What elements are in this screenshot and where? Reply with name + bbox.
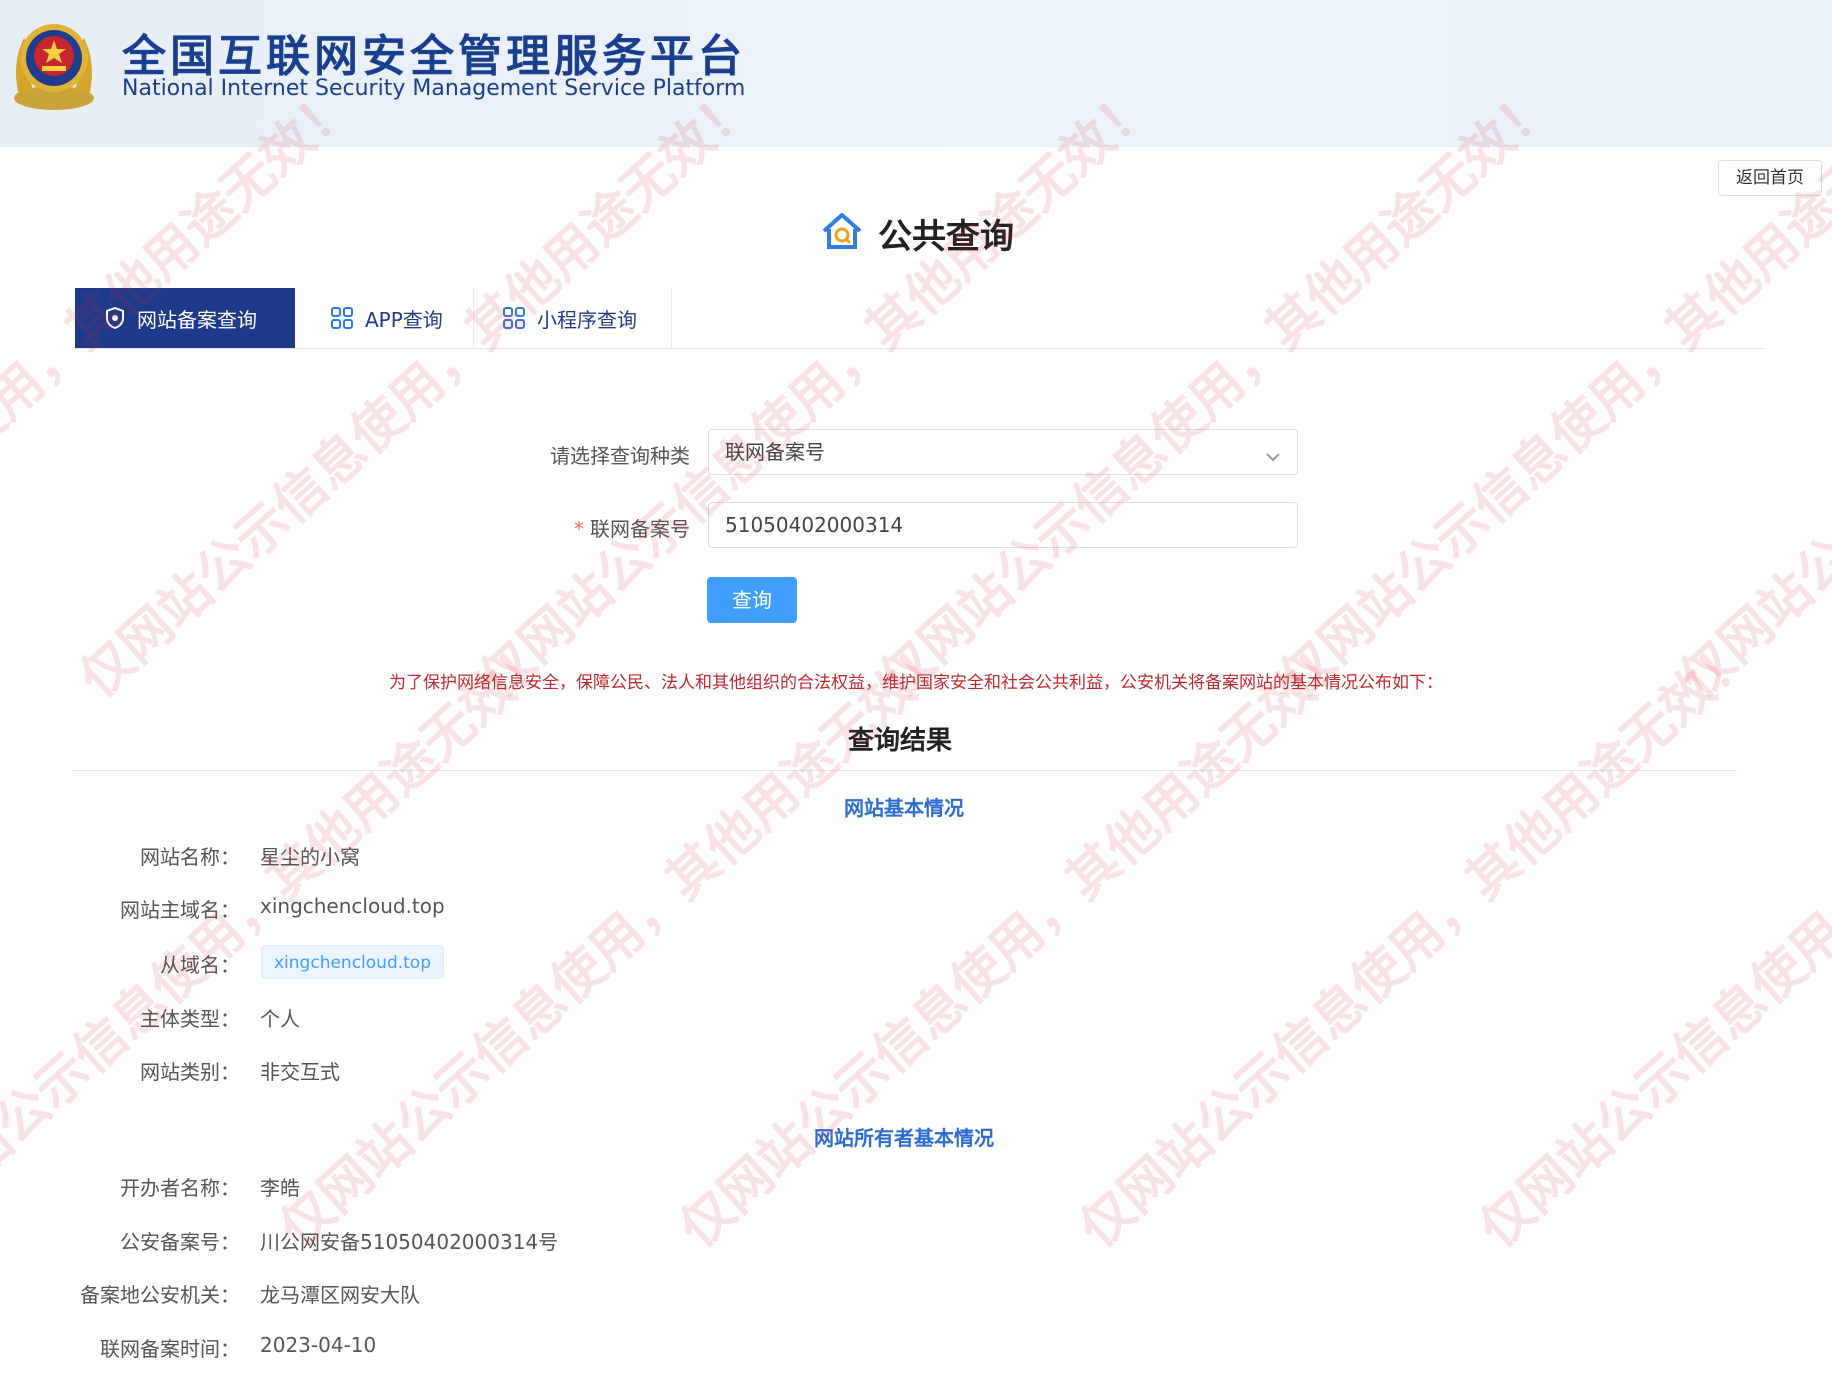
tab-label: 网站备案查询 — [137, 307, 257, 332]
watermark-text: 仅网站公示信息使用，其他用途无效！ — [269, 624, 966, 1260]
operator-label: 开办者名称： — [120, 1176, 240, 1200]
owner-info-title: 网站所有者基本情况 — [814, 1126, 994, 1150]
entity-type-label: 主体类型： — [140, 1007, 240, 1031]
watermark-text: 仅网站公示信息使用，其他用途无效！ — [469, 74, 1166, 710]
main-domain-value: xingchencloud.top — [260, 894, 445, 918]
page-heading: 公共查询 — [820, 208, 1014, 258]
operator-value: 李皓 — [260, 1176, 300, 1200]
query-type-value: 联网备案号 — [725, 440, 825, 464]
police-record-value: 川公网安备51050402000314号 — [260, 1230, 559, 1254]
shield-icon — [105, 307, 125, 329]
tab-label: 小程序查询 — [537, 307, 637, 332]
watermark-text: 仅网站公示信息使用，其他用途无效！ — [1069, 624, 1766, 1260]
results-divider — [72, 770, 1737, 771]
site-name-value: 星尘的小窝 — [260, 845, 360, 869]
watermark-text: 仅网站公示信息使用，其他用途无效！ — [669, 624, 1366, 1260]
grid-icon — [331, 307, 353, 329]
authority-label: 备案地公安机关： — [80, 1283, 240, 1307]
site-name-label: 网站名称： — [140, 845, 240, 869]
tab-app[interactable]: APP查询 — [323, 288, 473, 348]
tab-mini-program[interactable]: 小程序查询 — [499, 288, 671, 348]
watermark-text: 仅网站公示信息使用，其他用途无效！ — [1469, 624, 1832, 1260]
record-date-label: 联网备案时间： — [100, 1337, 240, 1361]
basic-info-title: 网站基本情况 — [844, 796, 964, 820]
sub-domain-label: 从域名： — [160, 953, 240, 977]
main-domain-label: 网站主域名： — [120, 898, 240, 922]
tab-divider — [671, 288, 672, 348]
search-button[interactable]: 查询 — [707, 577, 797, 623]
watermark-text: 仅网站公示信息使用，其他用途无效！ — [0, 74, 366, 710]
watermark-text: 仅网站公示信息使用，其他用途无效！ — [0, 624, 566, 1260]
page-title: 公共查询 — [878, 216, 1014, 257]
tab-label: APP查询 — [365, 307, 443, 332]
house-search-icon — [820, 211, 864, 255]
results-title: 查询结果 — [847, 726, 952, 756]
record-date-value: 2023-04-10 — [260, 1333, 377, 1357]
site-category-label: 网站类别： — [140, 1060, 240, 1084]
required-mark: * — [574, 517, 584, 541]
query-type-select[interactable]: 联网备案号 — [708, 429, 1298, 475]
record-number-label-text: 联网备案号 — [590, 517, 690, 541]
watermark-text: 仅网站公示信息使用，其他用途无效！ — [69, 74, 766, 710]
police-emblem-icon — [8, 12, 100, 112]
disclosure-notice: 为了保护网络信息安全，保障公民、法人和其他组织的合法权益，维护国家安全和社会公共… — [389, 673, 1443, 693]
watermark-text: 仅网站公示信息使用，其他用途无效！ — [869, 74, 1566, 710]
tab-divider — [473, 288, 474, 348]
platform-subtitle: National Internet Security Management Se… — [122, 76, 746, 101]
record-number-input[interactable]: 51050402000314 — [708, 502, 1298, 548]
query-type-label: 请选择查询种类 — [550, 444, 690, 468]
entity-type-value: 个人 — [260, 1007, 300, 1031]
tab-website-record[interactable]: 网站备案查询 — [75, 288, 295, 348]
grid-icon — [503, 307, 525, 329]
authority-value: 龙马潭区网安大队 — [260, 1283, 420, 1307]
record-number-label: * 联网备案号 — [470, 513, 690, 542]
chevron-down-icon — [1263, 440, 1283, 484]
police-record-label: 公安备案号： — [120, 1230, 240, 1254]
site-category-value: 非交互式 — [260, 1060, 340, 1084]
query-tabs: 网站备案查询 APP查询 小程序查询 — [75, 288, 1765, 349]
home-button[interactable]: 返回首页 — [1718, 160, 1822, 196]
site-header: 全国互联网安全管理服务平台 National Internet Security… — [0, 0, 1832, 147]
platform-title: 全国互联网安全管理服务平台 — [122, 31, 746, 82]
sub-domain-tag: xingchencloud.top — [261, 945, 445, 979]
